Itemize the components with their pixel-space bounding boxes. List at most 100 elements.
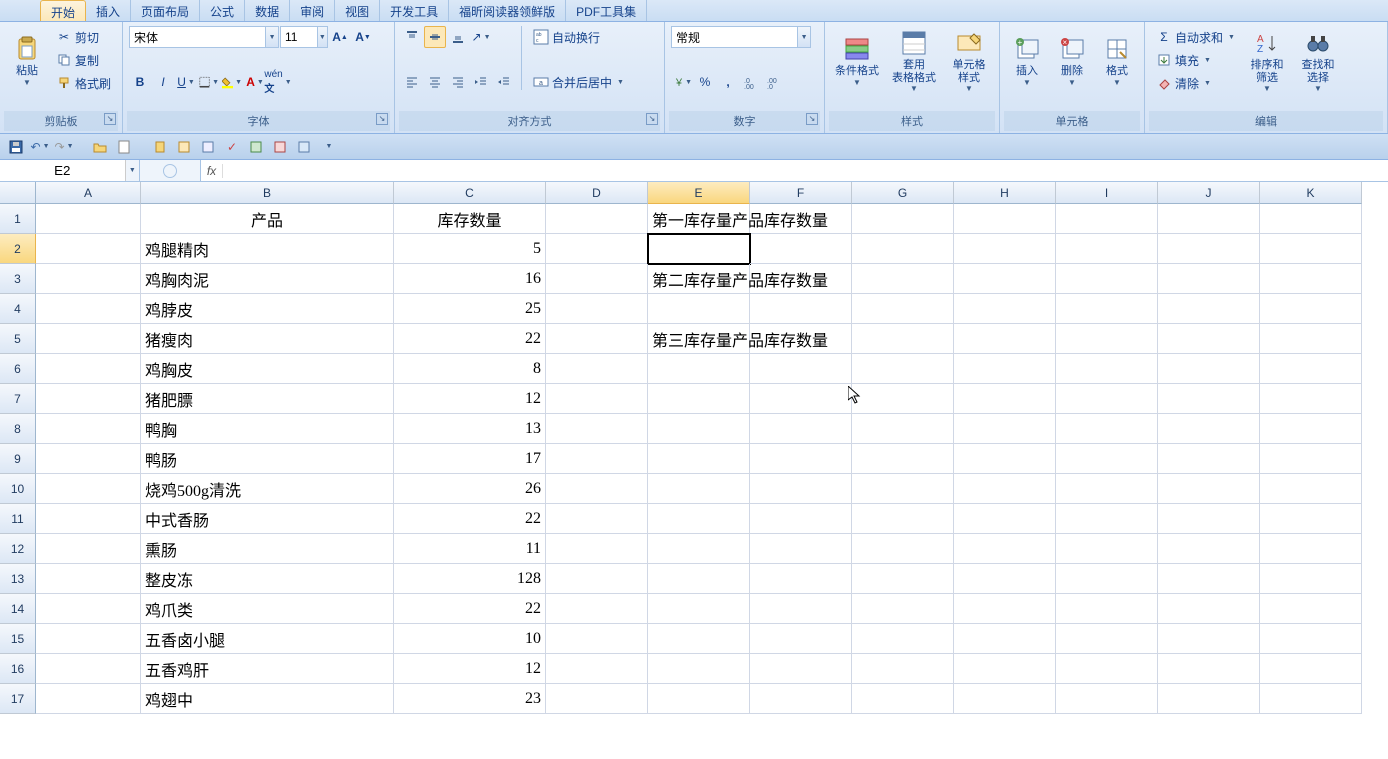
decrease-indent-button[interactable] [470, 71, 492, 93]
cell-H17[interactable] [954, 684, 1056, 714]
cell-F15[interactable] [750, 624, 852, 654]
format-painter-button[interactable]: 格式刷 [51, 72, 116, 94]
launcher-icon[interactable]: ↘ [646, 113, 658, 125]
cell-G11[interactable] [852, 504, 954, 534]
insert-cells-button[interactable]: +插入▼ [1006, 26, 1048, 96]
cell-K6[interactable] [1260, 354, 1362, 384]
fill-button[interactable]: 填充▼ [1151, 49, 1240, 71]
bold-button[interactable]: B [129, 71, 151, 93]
cell-J2[interactable] [1158, 234, 1260, 264]
cell-I14[interactable] [1056, 594, 1158, 624]
col-header-A[interactable]: A [36, 182, 141, 204]
formula-input[interactable] [223, 163, 1388, 178]
row-header-1[interactable]: 1 [0, 204, 36, 234]
font-color-button[interactable]: A▼ [244, 71, 266, 93]
cell-B17[interactable]: 鸡翅中 [141, 684, 394, 714]
cell-E3[interactable]: 第二库存量产品库存数量 [648, 264, 750, 294]
cell-E4[interactable] [648, 294, 750, 324]
cell-G4[interactable] [852, 294, 954, 324]
orientation-button[interactable]: ↗▼ [470, 26, 492, 48]
launcher-icon[interactable]: ↘ [376, 113, 388, 125]
cell-I1[interactable] [1056, 204, 1158, 234]
cell-H10[interactable] [954, 474, 1056, 504]
cell-D12[interactable] [546, 534, 648, 564]
cell-H15[interactable] [954, 624, 1056, 654]
cell-C7[interactable]: 12 [394, 384, 546, 414]
qat-paste-button[interactable] [150, 137, 170, 157]
cell-K1[interactable] [1260, 204, 1362, 234]
cell-K16[interactable] [1260, 654, 1362, 684]
autosum-button[interactable]: Σ自动求和▼ [1151, 26, 1240, 48]
cell-K5[interactable] [1260, 324, 1362, 354]
cell-E6[interactable] [648, 354, 750, 384]
border-button[interactable]: ▼ [198, 71, 220, 93]
cell-K17[interactable] [1260, 684, 1362, 714]
col-header-F[interactable]: F [750, 182, 852, 204]
dropdown-arrow-icon[interactable]: ▼ [317, 27, 327, 47]
cell-F17[interactable] [750, 684, 852, 714]
cell-C4[interactable]: 25 [394, 294, 546, 324]
cell-K12[interactable] [1260, 534, 1362, 564]
row-header-11[interactable]: 11 [0, 504, 36, 534]
tab-9[interactable]: PDF工具集 [566, 0, 647, 21]
row-header-14[interactable]: 14 [0, 594, 36, 624]
number-format-input[interactable] [672, 27, 797, 47]
cell-J16[interactable] [1158, 654, 1260, 684]
cell-I10[interactable] [1056, 474, 1158, 504]
cut-button[interactable]: ✂剪切 [51, 26, 116, 48]
tab-4[interactable]: 数据 [245, 0, 290, 21]
cell-A16[interactable] [36, 654, 141, 684]
tab-8[interactable]: 福昕阅读器领鲜版 [449, 0, 566, 21]
qat-btn-3[interactable]: ✓ [222, 137, 242, 157]
font-name-combo[interactable]: ▼ [129, 26, 279, 48]
cell-E9[interactable] [648, 444, 750, 474]
increase-indent-button[interactable] [493, 71, 515, 93]
format-table-button[interactable]: 套用 表格格式▼ [886, 26, 942, 96]
cell-B16[interactable]: 五香鸡肝 [141, 654, 394, 684]
cell-E1[interactable]: 第一库存量产品库存数量 [648, 204, 750, 234]
row-header-4[interactable]: 4 [0, 294, 36, 324]
col-header-G[interactable]: G [852, 182, 954, 204]
cell-F5[interactable] [750, 324, 852, 354]
cell-J8[interactable] [1158, 414, 1260, 444]
align-top-button[interactable] [401, 26, 423, 48]
cell-styles-button[interactable]: 单元格 样式▼ [945, 26, 993, 96]
cell-C16[interactable]: 12 [394, 654, 546, 684]
cell-I11[interactable] [1056, 504, 1158, 534]
cell-D11[interactable] [546, 504, 648, 534]
cell-H13[interactable] [954, 564, 1056, 594]
cell-F8[interactable] [750, 414, 852, 444]
row-header-6[interactable]: 6 [0, 354, 36, 384]
cell-A14[interactable] [36, 594, 141, 624]
align-right-button[interactable] [447, 71, 469, 93]
cell-D3[interactable] [546, 264, 648, 294]
cell-A13[interactable] [36, 564, 141, 594]
cell-J3[interactable] [1158, 264, 1260, 294]
cell-C10[interactable]: 26 [394, 474, 546, 504]
cell-G12[interactable] [852, 534, 954, 564]
cell-C6[interactable]: 8 [394, 354, 546, 384]
cell-H8[interactable] [954, 414, 1056, 444]
col-header-H[interactable]: H [954, 182, 1056, 204]
cell-B11[interactable]: 中式香肠 [141, 504, 394, 534]
cell-I3[interactable] [1056, 264, 1158, 294]
row-header-17[interactable]: 17 [0, 684, 36, 714]
qat-new-button[interactable] [114, 137, 134, 157]
cell-B13[interactable]: 整皮冻 [141, 564, 394, 594]
spreadsheet-grid[interactable]: ABCDEFGHIJK 1产品库存数量第一库存量产品库存数量2鸡腿精肉53鸡胸肉… [0, 182, 1388, 759]
cell-G9[interactable] [852, 444, 954, 474]
cell-K11[interactable] [1260, 504, 1362, 534]
cell-K8[interactable] [1260, 414, 1362, 444]
col-header-B[interactable]: B [141, 182, 394, 204]
qat-btn-6[interactable] [294, 137, 314, 157]
cell-H14[interactable] [954, 594, 1056, 624]
cell-D6[interactable] [546, 354, 648, 384]
cell-G5[interactable] [852, 324, 954, 354]
cell-D5[interactable] [546, 324, 648, 354]
wrap-text-button[interactable]: abc自动换行 [528, 26, 629, 48]
format-cells-button[interactable]: 格式▼ [1096, 26, 1138, 96]
cell-A6[interactable] [36, 354, 141, 384]
percent-button[interactable]: % [694, 71, 716, 93]
tab-2[interactable]: 页面布局 [131, 0, 200, 21]
tab-0[interactable]: 开始 [40, 0, 86, 21]
